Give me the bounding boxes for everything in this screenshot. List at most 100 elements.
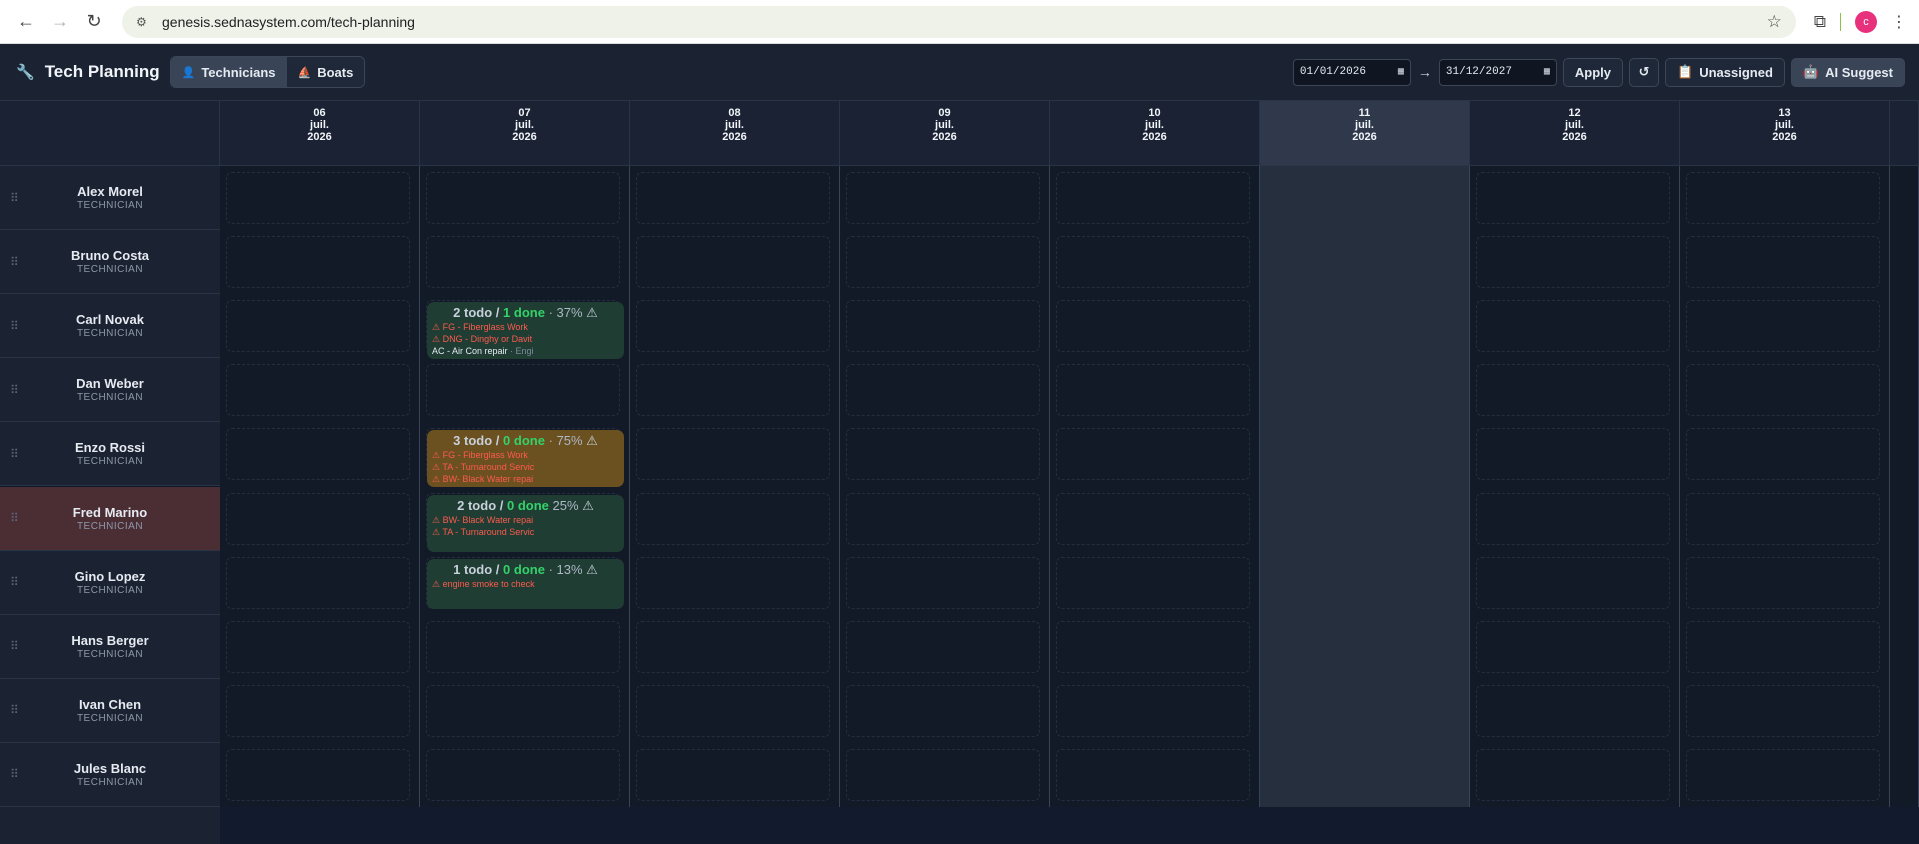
drag-handle-icon[interactable]: ⠿ xyxy=(10,703,19,717)
technician-row[interactable]: ⠿ Jules Blanc TECHNICIAN xyxy=(0,742,220,807)
schedule-slot[interactable] xyxy=(426,620,620,673)
schedule-slot[interactable] xyxy=(846,748,1040,801)
schedule-slot[interactable] xyxy=(1266,236,1460,289)
technician-row[interactable]: ⠿ Carl Novak TECHNICIAN xyxy=(0,294,220,359)
schedule-slot[interactable] xyxy=(226,492,410,545)
schedule-slot[interactable] xyxy=(1056,364,1250,417)
back-arrow-icon[interactable]: ← xyxy=(12,8,40,36)
schedule-slot[interactable] xyxy=(1266,172,1460,224)
schedule-slot[interactable] xyxy=(846,492,1040,545)
schedule-slot[interactable] xyxy=(1056,556,1250,609)
task-line[interactable]: AC - Air Con repair · Engi xyxy=(432,345,537,357)
schedule-slot[interactable] xyxy=(226,300,410,353)
schedule-slot[interactable] xyxy=(226,236,410,289)
schedule-slot[interactable] xyxy=(1266,620,1460,673)
schedule-slot[interactable] xyxy=(226,556,410,609)
technician-row[interactable]: ⠿ Dan Weber TECHNICIAN xyxy=(0,358,220,423)
calendar-icon[interactable]: ▦ xyxy=(1544,66,1550,78)
task-line[interactable]: ⚠ FG - Fiberglass Work xyxy=(432,321,537,333)
schedule-slot[interactable] xyxy=(1686,236,1880,289)
schedule-slot[interactable] xyxy=(426,684,620,737)
date-from-input[interactable]: 01/01/2026 ▦ xyxy=(1292,58,1411,86)
refresh-icon[interactable]: ↺ xyxy=(1629,57,1660,87)
schedule-slot[interactable] xyxy=(426,172,620,224)
schedule-slot[interactable] xyxy=(1056,236,1250,289)
schedule-slot[interactable] xyxy=(1056,172,1250,224)
schedule-slot[interactable] xyxy=(226,684,410,737)
drag-handle-icon[interactable]: ⠿ xyxy=(10,639,19,653)
drag-handle-icon[interactable]: ⠿ xyxy=(10,255,19,269)
apply-button[interactable]: Apply xyxy=(1562,57,1624,87)
schedule-slot[interactable] xyxy=(226,620,410,673)
task-card[interactable]: 3 todo / 0 done · 75% ⚠ ⚠ FG - Fiberglass… xyxy=(427,430,624,488)
schedule-slot[interactable] xyxy=(1476,300,1670,353)
technician-row[interactable]: ⠿ Hans Berger TECHNICIAN xyxy=(0,614,220,679)
schedule-slot[interactable] xyxy=(1476,748,1670,801)
schedule-slot[interactable] xyxy=(636,364,830,417)
schedule-slot[interactable] xyxy=(846,556,1040,609)
schedule-slot[interactable] xyxy=(1056,428,1250,481)
schedule-slot[interactable] xyxy=(636,172,830,224)
schedule-slot[interactable] xyxy=(426,748,620,801)
ai-suggest-button[interactable]: 🤖 AI Suggest xyxy=(1790,57,1905,87)
schedule-slot[interactable] xyxy=(846,172,1040,224)
schedule-slot[interactable] xyxy=(1686,172,1880,224)
technician-row[interactable]: ⠿ Enzo Rossi TECHNICIAN xyxy=(0,422,220,487)
schedule-slot[interactable] xyxy=(1056,748,1250,801)
address-bar[interactable]: ⚙ genesis.sednasystem.com/tech-planning … xyxy=(122,5,1796,38)
schedule-slot[interactable] xyxy=(636,620,830,673)
schedule-slot[interactable] xyxy=(1056,300,1250,353)
schedule-slot[interactable] xyxy=(1476,620,1670,673)
schedule-slot[interactable] xyxy=(226,172,410,224)
schedule-slot[interactable] xyxy=(846,684,1040,737)
schedule-slot[interactable] xyxy=(1686,748,1880,801)
schedule-slot[interactable] xyxy=(1056,684,1250,737)
schedule-slot[interactable] xyxy=(1056,620,1250,673)
schedule-slot[interactable] xyxy=(1686,428,1880,481)
schedule-slot[interactable] xyxy=(1266,300,1460,353)
schedule-slot[interactable] xyxy=(636,300,830,353)
extensions-icon[interactable]: ⧉ xyxy=(1814,12,1826,32)
schedule-slot[interactable] xyxy=(846,620,1040,673)
technician-row[interactable]: ⠿ Alex Morel TECHNICIAN xyxy=(0,166,220,230)
schedule-slot[interactable] xyxy=(636,748,830,801)
technician-row[interactable]: ⠿ Fred Marino TECHNICIAN xyxy=(0,486,220,551)
drag-handle-icon[interactable]: ⠿ xyxy=(10,191,19,205)
schedule-slot[interactable] xyxy=(426,364,620,417)
schedule-slot[interactable] xyxy=(636,428,830,481)
schedule-slot[interactable] xyxy=(1476,172,1670,224)
task-line[interactable]: ⚠ engine smoke to check xyxy=(432,578,537,590)
schedule-slot[interactable] xyxy=(226,364,410,417)
task-card[interactable]: 2 todo / 0 done 25% ⚠ ⚠ BW- Black Water r… xyxy=(427,494,624,552)
schedule-slot[interactable] xyxy=(1056,492,1250,545)
schedule-slot[interactable] xyxy=(1266,556,1460,609)
schedule-slot[interactable] xyxy=(1476,428,1670,481)
schedule-slot[interactable] xyxy=(1686,556,1880,609)
drag-handle-icon[interactable]: ⠿ xyxy=(10,767,19,781)
drag-handle-icon[interactable]: ⠿ xyxy=(10,511,19,525)
forward-arrow-icon[interactable]: → xyxy=(46,8,74,36)
schedule-slot[interactable] xyxy=(846,300,1040,353)
technician-row[interactable]: ⠿ Bruno Costa TECHNICIAN xyxy=(0,230,220,295)
schedule-slot[interactable] xyxy=(1476,364,1670,417)
schedule-slot[interactable] xyxy=(1266,492,1460,545)
date-to-input[interactable]: 31/12/2027 ▦ xyxy=(1438,58,1557,86)
url-text[interactable]: genesis.sednasystem.com/tech-planning xyxy=(162,14,415,30)
tab-boats[interactable]: ⛵ Boats xyxy=(286,57,365,87)
schedule-slot[interactable] xyxy=(1686,684,1880,737)
task-line[interactable]: ⚠ TA - Turnaround Servic xyxy=(432,461,537,473)
schedule-slot[interactable] xyxy=(636,556,830,609)
schedule-slot[interactable] xyxy=(636,492,830,545)
schedule-slot[interactable] xyxy=(636,684,830,737)
reload-icon[interactable]: ↻ xyxy=(80,8,108,36)
browser-menu-icon[interactable]: ⋮ xyxy=(1891,12,1907,32)
unassigned-button[interactable]: 📋 Unassigned xyxy=(1665,57,1785,87)
tab-technicians[interactable]: 👤 Technicians xyxy=(170,57,287,87)
schedule-slot[interactable] xyxy=(1686,300,1880,353)
schedule-slot[interactable] xyxy=(1266,684,1460,737)
calendar-icon[interactable]: ▦ xyxy=(1398,66,1404,78)
task-line[interactable]: ⚠ BW- Black Water repai xyxy=(432,514,537,526)
task-line[interactable]: ⚠ DNG - Dinghy or Davit xyxy=(432,333,537,345)
site-settings-icon[interactable]: ⚙ xyxy=(136,15,150,29)
technician-row[interactable]: ⠿ Ivan Chen TECHNICIAN xyxy=(0,678,220,743)
